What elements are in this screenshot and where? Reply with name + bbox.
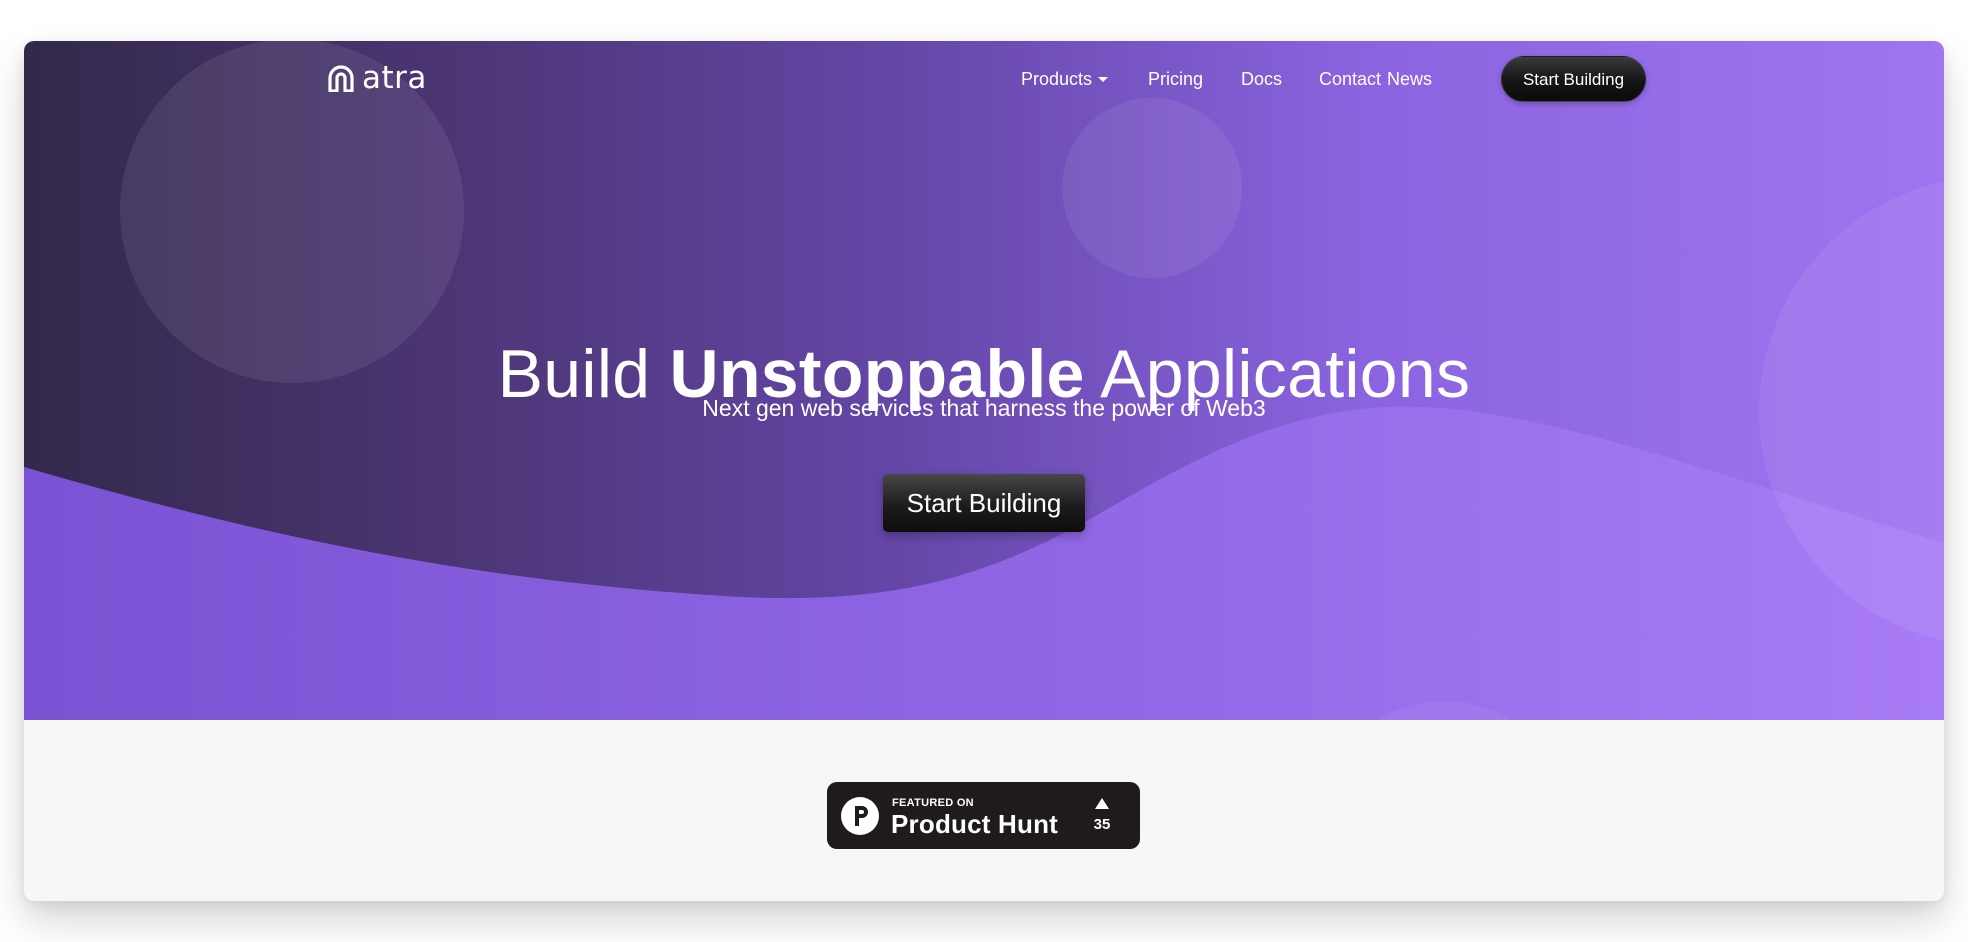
nav-item-label: Pricing [1148,69,1204,89]
nav-item-pricing[interactable]: Pricing [1148,67,1203,91]
badge-featured-label: FEATURED ON [892,797,974,809]
page-card: atra Products Pricing Docs Contact News … [24,41,1944,901]
atra-logo-icon [328,65,354,92]
logo-wordmark: atra [362,60,427,96]
nav-item-products[interactable]: Products [1021,67,1109,91]
nav-start-building-button[interactable]: Start Building [1501,56,1646,102]
top-navigation: atra Products Pricing Docs Contact News … [24,41,1944,117]
hero-subheadline: Next gen web services that harness the p… [702,395,1266,421]
hero-start-building-button[interactable]: Start Building [883,474,1085,532]
hero-wave [24,406,1944,720]
nav-item-news[interactable]: News [1387,67,1432,91]
nav-item-label: Docs [1241,69,1283,89]
badge-upvote-count: 35 [1093,816,1111,833]
badge-product-name: Product Hunt [891,809,1059,839]
product-hunt-badge[interactable]: FEATURED ON Product Hunt 35 [827,782,1140,849]
product-hunt-icon [841,797,879,835]
decorative-circle [1062,98,1242,278]
nav-item-label: Contact [1319,69,1382,89]
caret-down-icon [1098,76,1109,82]
nav-item-contact[interactable]: Contact [1319,67,1381,91]
upvote-triangle-icon [1095,798,1109,809]
hero-section: atra Products Pricing Docs Contact News … [24,41,1944,720]
logo-link[interactable]: atra [326,61,427,95]
nav-item-label: Products [1021,69,1093,89]
nav-item-docs[interactable]: Docs [1241,67,1282,91]
nav-item-label: News [1387,69,1433,89]
